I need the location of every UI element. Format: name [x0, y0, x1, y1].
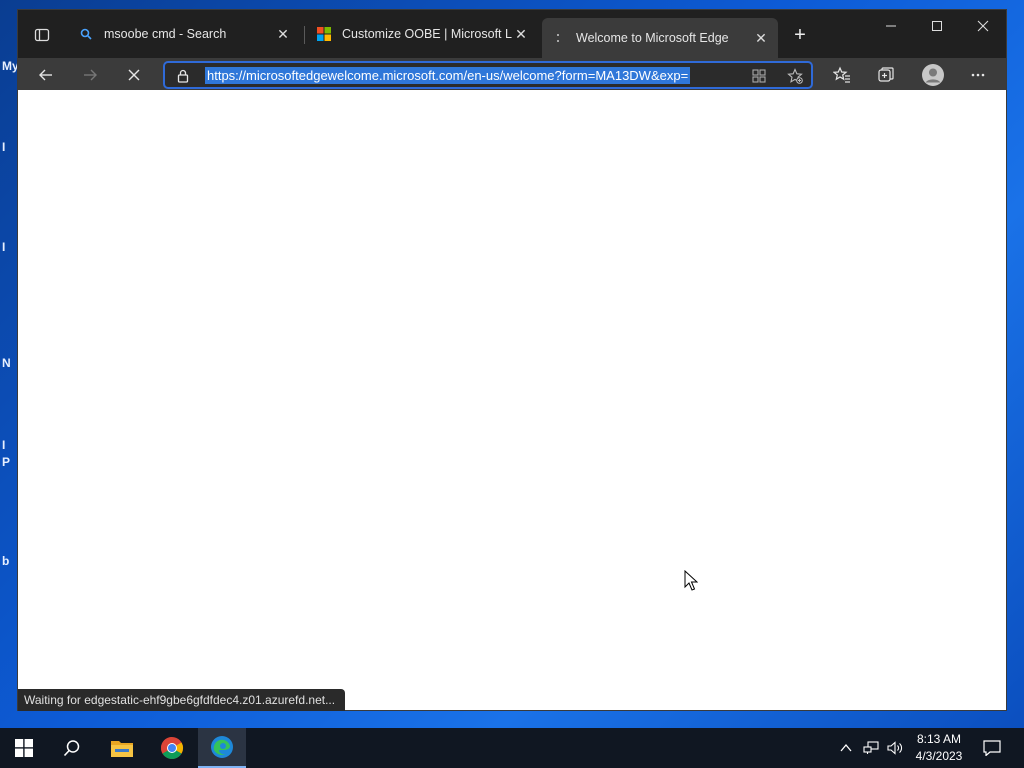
lock-icon[interactable]	[175, 68, 191, 84]
minimize-button[interactable]	[868, 10, 914, 42]
network-button[interactable]	[860, 728, 882, 768]
tab-title: Customize OOBE | Microsoft Learn	[342, 27, 512, 41]
page-content[interactable]	[18, 90, 1006, 710]
chrome-button[interactable]	[148, 728, 196, 768]
app-available-icon[interactable]	[749, 67, 769, 85]
chevron-up-icon	[840, 743, 852, 752]
tab-welcome-edge[interactable]: Welcome to Microsoft Edge ✕	[542, 18, 778, 58]
desktop-icon-label[interactable]: N	[2, 356, 11, 370]
desktop-icon-label[interactable]: P	[2, 455, 10, 469]
close-tab-icon[interactable]: ✕	[752, 29, 770, 47]
settings-more-button[interactable]	[964, 62, 992, 88]
edge-icon	[211, 736, 233, 758]
volume-icon	[887, 741, 902, 755]
desktop-icon-label[interactable]: b	[2, 554, 9, 568]
tab-title: msoobe cmd - Search	[104, 27, 227, 41]
arrow-left-icon	[39, 69, 52, 81]
maximize-button[interactable]	[914, 10, 960, 42]
forward-button[interactable]	[76, 62, 104, 88]
add-favorite-icon[interactable]	[785, 67, 805, 85]
tab-title: Welcome to Microsoft Edge	[576, 31, 729, 45]
tab-actions-button[interactable]	[28, 23, 56, 47]
tab-customize-oobe[interactable]: Customize OOBE | Microsoft Learn ✕	[308, 18, 538, 50]
desktop-icon-label[interactable]: I	[2, 140, 5, 154]
address-bar[interactable]: https://microsoftedgewelcome.microsoft.c…	[163, 61, 813, 89]
more-horizontal-icon	[971, 73, 985, 77]
close-icon	[977, 20, 989, 32]
clock-date: 4/3/2023	[915, 749, 963, 763]
search-icon	[63, 740, 80, 757]
stop-loading-button[interactable]	[120, 62, 148, 88]
show-hidden-icons-button[interactable]	[836, 728, 856, 768]
action-center-button[interactable]	[980, 728, 1004, 768]
tab-strip: msoobe cmd - Search ✕ Customize OOBE | M…	[18, 10, 1006, 58]
network-icon	[863, 741, 879, 754]
start-button[interactable]	[0, 728, 48, 768]
edge-taskbar-button[interactable]	[198, 728, 246, 768]
tab-actions-icon	[34, 28, 50, 42]
stop-icon	[128, 69, 140, 81]
clock-time: 8:13 AM	[916, 732, 962, 746]
arrow-right-icon	[84, 69, 97, 81]
tab-separator	[304, 26, 305, 44]
close-tab-icon[interactable]: ✕	[512, 25, 530, 43]
notification-icon	[983, 740, 1001, 756]
volume-button[interactable]	[884, 728, 906, 768]
desktop-icon-label[interactable]: I	[2, 438, 5, 452]
avatar-icon	[922, 64, 944, 86]
folder-icon	[111, 741, 133, 757]
windows-logo-icon	[15, 739, 33, 757]
search-icon	[78, 26, 94, 42]
profile-button[interactable]	[918, 62, 948, 88]
loading-icon	[550, 30, 566, 46]
collections-icon	[878, 67, 894, 82]
close-tab-icon[interactable]: ✕	[274, 25, 292, 43]
maximize-icon	[932, 21, 942, 31]
microsoft-logo-icon	[316, 26, 332, 42]
edge-window: msoobe cmd - Search ✕ Customize OOBE | M…	[18, 10, 1006, 710]
close-window-button[interactable]	[960, 10, 1006, 42]
taskbar-clock[interactable]: 8:13 AM 4/3/2023	[904, 731, 974, 765]
collections-button[interactable]	[872, 62, 900, 88]
taskbar-search-button[interactable]	[48, 728, 96, 768]
mouse-cursor-icon	[684, 570, 698, 591]
favorites-button[interactable]	[828, 62, 856, 88]
desktop-icon-label[interactable]: My	[2, 59, 19, 73]
taskbar: 8:13 AM 4/3/2023	[0, 728, 1024, 768]
file-explorer-button[interactable]	[98, 728, 146, 768]
back-button[interactable]	[32, 62, 60, 88]
favorites-icon	[833, 66, 850, 83]
status-bubble: Waiting for edgestatic-ehf9gbe6gfdfdec4.…	[18, 689, 346, 711]
desktop-icon-label[interactable]: I	[2, 240, 5, 254]
new-tab-button[interactable]: +	[788, 23, 812, 47]
chrome-icon	[161, 737, 183, 759]
address-url[interactable]: https://microsoftedgewelcome.microsoft.c…	[205, 67, 691, 84]
navigation-toolbar: https://microsoftedgewelcome.microsoft.c…	[18, 58, 1006, 90]
tab-msoobe-search[interactable]: msoobe cmd - Search ✕	[70, 18, 300, 50]
minimize-icon	[886, 25, 896, 27]
